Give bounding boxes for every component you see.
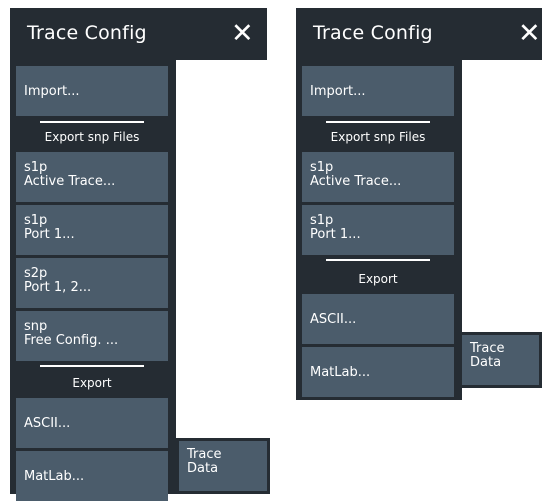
button-label-line1: s2p [24, 266, 48, 281]
separator-line [40, 365, 144, 367]
button-label: Import... [310, 83, 366, 99]
trace-data-button[interactable]: Trace Data [462, 335, 539, 385]
button-label: ASCII... [24, 415, 71, 431]
matlab-button[interactable]: MatLab... [302, 347, 454, 397]
panel-title: Trace Config [313, 22, 433, 44]
section-label-export-snp-files: Export snp Files [44, 130, 140, 144]
panel-title: Trace Config [27, 22, 147, 44]
section-label-export: Export [358, 272, 398, 286]
s2p-port12-button[interactable]: s2p Port 1, 2... [16, 258, 168, 308]
button-label: Import... [24, 83, 80, 99]
menu-body: Import... Export snp Files s1p Active Tr… [10, 60, 176, 501]
s1p-port1-button[interactable]: s1p Port 1... [302, 205, 454, 255]
s1p-port1-button[interactable]: s1p Port 1... [16, 205, 168, 255]
ascii-button[interactable]: ASCII... [302, 294, 454, 344]
snp-free-config-button[interactable]: snp Free Config. ... [16, 311, 168, 361]
button-label-line1: s1p [310, 160, 334, 175]
s1p-active-trace-button[interactable]: s1p Active Trace... [16, 152, 168, 202]
button-label-line2: Port 1, 2... [24, 280, 92, 295]
button-label-line2: Active Trace... [310, 174, 402, 189]
button-label-line1: s1p [24, 213, 48, 228]
button-label-line1: s1p [310, 213, 334, 228]
separator-line [326, 121, 430, 123]
close-icon[interactable]: ✕ [231, 18, 254, 49]
matlab-button[interactable]: MatLab... [16, 451, 168, 501]
button-label: MatLab... [310, 364, 371, 380]
trace-data-flyout: Trace Data [176, 438, 270, 494]
section-label-export: Export [72, 376, 112, 390]
button-label-line1: Trace [470, 341, 505, 356]
separator-line [326, 259, 430, 261]
trace-data-button[interactable]: Trace Data [179, 441, 267, 491]
button-label-line2: Free Config. ... [24, 333, 119, 348]
section-label-export-snp-files: Export snp Files [330, 130, 426, 144]
button-label-line2: Data [187, 461, 219, 476]
trace-data-flyout: Trace Data [459, 332, 542, 388]
import-button[interactable]: Import... [16, 66, 168, 116]
button-label: MatLab... [24, 468, 85, 484]
button-label-line1: s1p [24, 160, 48, 175]
button-label-line2: Active Trace... [24, 174, 116, 189]
import-button[interactable]: Import... [302, 66, 454, 116]
s1p-active-trace-button[interactable]: s1p Active Trace... [302, 152, 454, 202]
ascii-button[interactable]: ASCII... [16, 398, 168, 448]
panel-header: Trace Config ✕ [10, 8, 267, 60]
menu-body: Import... Export snp Files s1p Active Tr… [296, 60, 462, 400]
button-label-line2: Port 1... [310, 227, 361, 242]
button-label-line1: snp [24, 319, 48, 334]
separator-line [40, 121, 144, 123]
close-icon[interactable]: ✕ [518, 18, 541, 49]
button-label-line2: Data [470, 355, 502, 370]
button-label-line2: Port 1... [24, 227, 75, 242]
panel-header: Trace Config ✕ [296, 8, 542, 60]
button-label: ASCII... [310, 311, 357, 327]
button-label-line1: Trace [187, 447, 222, 462]
